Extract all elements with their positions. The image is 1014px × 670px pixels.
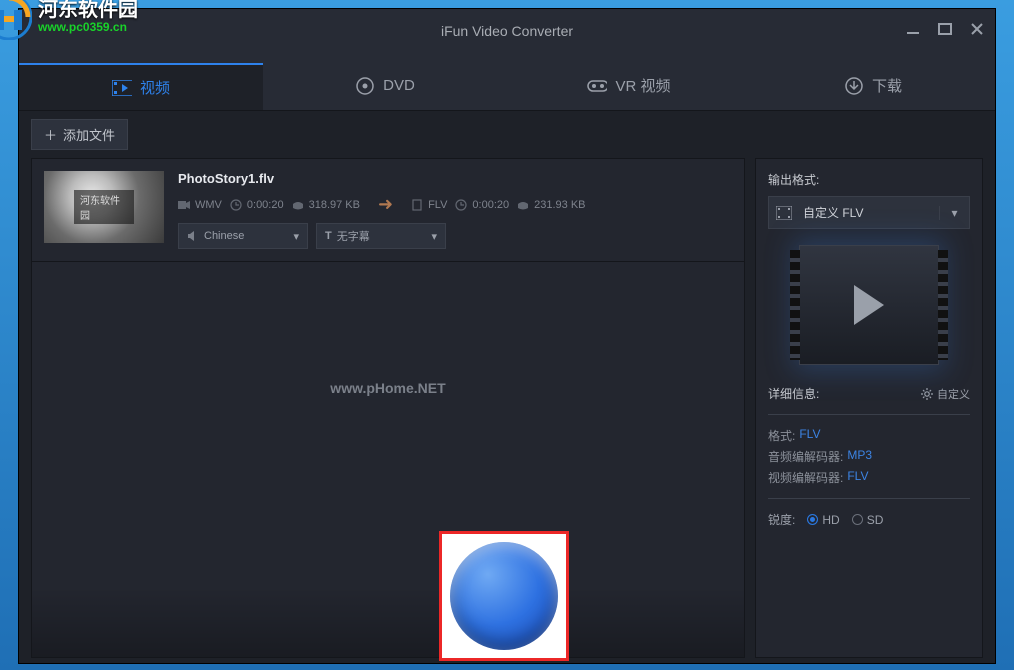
tab-dvd-label: DVD: [383, 77, 415, 94]
customize-label: 自定义: [937, 386, 970, 402]
file-list: 河东软件园 PhotoStory1.flv WMV 0:00:20 318.97…: [31, 158, 745, 658]
tab-video[interactable]: 视频: [19, 63, 263, 110]
brand-logo-icon: [0, 0, 32, 40]
watermark-brand: 河东软件园 www.pc0359.cn: [0, 0, 138, 40]
text-icon: T: [325, 230, 332, 242]
disk-icon: [517, 199, 529, 211]
venc-key: 视频编解码器:: [768, 469, 843, 486]
sharpness-label: 锐度:: [768, 511, 795, 528]
video-preview[interactable]: [799, 245, 939, 365]
film-icon: [769, 206, 799, 220]
file-thumbnail[interactable]: 河东软件园: [44, 171, 164, 243]
detail-info-label: 详细信息:: [768, 385, 819, 402]
chevron-down-icon: ▾: [293, 230, 299, 243]
speaker-icon: [187, 230, 199, 242]
camera-icon: [178, 199, 190, 211]
dst-format: FLV: [428, 199, 447, 211]
chevron-down-icon: ▾: [431, 230, 437, 243]
src-duration: 0:00:20: [247, 199, 284, 211]
brand-cn-text: 河东软件园: [38, 0, 138, 21]
tab-bar: 视频 DVD VR 视频 下载: [19, 63, 995, 111]
app-title: iFun Video Converter: [441, 23, 573, 39]
subtitle-value: 无字幕: [337, 228, 370, 244]
format-val: FLV: [799, 427, 820, 444]
customize-button[interactable]: 自定义: [921, 386, 970, 402]
subtitle-dropdown[interactable]: T 无字幕 ▾: [316, 223, 446, 249]
maximize-button[interactable]: [937, 21, 953, 37]
sharpness-hd-radio[interactable]: HD: [807, 513, 839, 527]
venc-val: FLV: [847, 469, 868, 486]
vr-icon: [587, 78, 607, 94]
arrow-right-icon: ➜: [378, 194, 393, 215]
aenc-key: 音频编解码器:: [768, 448, 843, 465]
src-format: WMV: [195, 199, 222, 211]
output-format-label: 输出格式:: [768, 171, 970, 188]
hd-label: HD: [822, 513, 839, 527]
tab-download[interactable]: 下载: [751, 63, 995, 110]
titlebar: iFun Video Converter: [19, 9, 995, 63]
add-file-label: 添加文件: [63, 125, 115, 144]
clock-icon: [230, 199, 242, 211]
output-format-select[interactable]: 自定义 FLV ▾: [768, 196, 970, 229]
dst-duration: 0:00:20: [472, 199, 509, 211]
clock-icon: [455, 199, 467, 211]
sharpness-sd-radio[interactable]: SD: [852, 513, 884, 527]
add-file-button[interactable]: ＋ 添加文件: [31, 119, 128, 150]
dvd-icon: [355, 78, 375, 94]
close-button[interactable]: [969, 21, 985, 37]
thumb-label: 河东软件园: [74, 190, 134, 224]
disk-icon: [292, 199, 304, 211]
dst-size: 231.93 KB: [534, 199, 585, 211]
center-watermark: www.pHome.NET: [330, 380, 445, 396]
sd-label: SD: [867, 513, 884, 527]
play-icon: [854, 285, 884, 325]
file-name: PhotoStory1.flv: [178, 171, 732, 186]
language-value: Chinese: [204, 230, 244, 242]
format-key: 格式:: [768, 427, 795, 444]
convert-button-highlight: [439, 531, 569, 661]
video-icon: [112, 80, 132, 96]
src-size: 318.97 KB: [309, 199, 360, 211]
chevron-down-icon: ▾: [939, 206, 969, 220]
tab-vr-label: VR 视频: [615, 75, 670, 96]
plus-icon: ＋: [44, 125, 57, 144]
tab-dvd[interactable]: DVD: [263, 63, 507, 110]
convert-button[interactable]: [450, 542, 558, 650]
file-item[interactable]: 河东软件园 PhotoStory1.flv WMV 0:00:20 318.97…: [32, 159, 744, 262]
gear-icon: [921, 388, 933, 400]
minimize-button[interactable]: [905, 21, 921, 37]
brand-url-text: www.pc0359.cn: [38, 21, 138, 34]
tab-video-label: 视频: [140, 77, 170, 98]
sidebar: 输出格式: 自定义 FLV ▾ 详细信息: 自定义 格式:FLV 音频编解码器:…: [755, 158, 983, 658]
language-dropdown[interactable]: Chinese ▾: [178, 223, 308, 249]
app-window: iFun Video Converter 视频 DVD VR 视频 下载 ＋ 添…: [18, 8, 996, 664]
file-icon: [411, 199, 423, 211]
download-icon: [844, 78, 864, 94]
tab-vr[interactable]: VR 视频: [507, 63, 751, 110]
tab-download-label: 下载: [872, 75, 902, 96]
output-format-value: 自定义 FLV: [799, 197, 939, 228]
aenc-val: MP3: [847, 448, 872, 465]
